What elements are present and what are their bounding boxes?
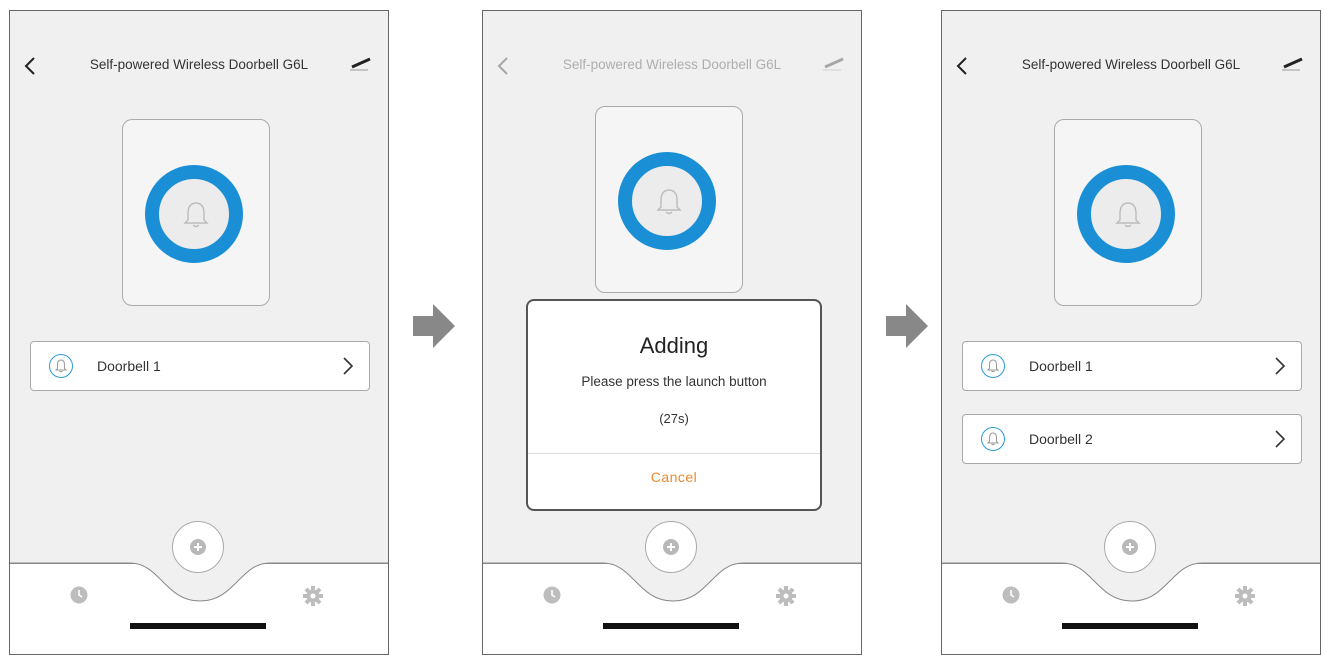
add-device-button[interactable] <box>1104 521 1156 573</box>
home-indicator <box>130 623 266 629</box>
bell-icon <box>981 427 1005 451</box>
device-item-doorbell-1[interactable]: Doorbell 1 <box>30 341 370 391</box>
adding-dialog: Adding Please press the launch button (2… <box>526 299 822 511</box>
header: Self-powered Wireless Doorbell G6L <box>10 53 388 79</box>
dialog-message: Please press the launch button <box>581 374 767 389</box>
doorbell-ring <box>1077 165 1175 263</box>
device-label: Doorbell 1 <box>97 358 161 374</box>
device-label: Doorbell 2 <box>1029 431 1093 447</box>
phone-screen-3: Self-powered Wireless Doorbell G6L Doorb… <box>941 10 1321 655</box>
chevron-right-icon <box>1275 430 1286 448</box>
arrow-right-icon <box>413 304 455 348</box>
phone-screen-1: Self-powered Wireless Doorbell G6L Doorb… <box>9 10 389 655</box>
arrow-right-icon <box>886 304 928 348</box>
bell-icon <box>981 354 1005 378</box>
device-item-doorbell-1[interactable]: Doorbell 1 <box>962 341 1302 391</box>
chevron-right-icon <box>1275 357 1286 375</box>
device-label: Doorbell 1 <box>1029 358 1093 374</box>
header: Self-powered Wireless Doorbell G6L <box>942 53 1320 79</box>
home-indicator <box>603 623 739 629</box>
page-title: Self-powered Wireless Doorbell G6L <box>562 57 782 72</box>
phone-screen-2: Self-powered Wireless Doorbell G6L Addin… <box>482 10 862 655</box>
pencil-icon[interactable] <box>1280 55 1306 73</box>
dialog-countdown: (27s) <box>659 411 689 426</box>
bell-icon <box>49 354 73 378</box>
page-title: Self-powered Wireless Doorbell G6L <box>89 57 309 72</box>
bell-icon <box>183 202 209 228</box>
cancel-button[interactable]: Cancel <box>528 469 820 485</box>
plus-icon <box>190 539 206 555</box>
bell-icon <box>1115 202 1141 228</box>
gear-icon[interactable] <box>775 585 797 607</box>
pencil-icon[interactable] <box>348 55 374 73</box>
dialog-title: Adding <box>639 333 709 358</box>
gear-icon[interactable] <box>1234 585 1256 607</box>
clock-icon[interactable] <box>543 586 561 604</box>
doorbell-ring <box>618 152 716 250</box>
clock-icon[interactable] <box>70 586 88 604</box>
add-device-button[interactable] <box>645 521 697 573</box>
doorbell-preview <box>595 106 743 293</box>
chevron-right-icon <box>343 357 354 375</box>
doorbell-ring <box>145 165 243 263</box>
doorbell-preview <box>1054 119 1202 306</box>
add-device-button[interactable] <box>172 521 224 573</box>
bell-icon <box>656 189 682 215</box>
pencil-icon[interactable] <box>821 55 847 73</box>
plus-icon <box>1122 539 1138 555</box>
page-title: Self-powered Wireless Doorbell G6L <box>1021 57 1241 72</box>
header: Self-powered Wireless Doorbell G6L <box>483 53 861 79</box>
plus-icon <box>663 539 679 555</box>
clock-icon[interactable] <box>1002 586 1020 604</box>
device-item-doorbell-2[interactable]: Doorbell 2 <box>962 414 1302 464</box>
gear-icon[interactable] <box>302 585 324 607</box>
home-indicator <box>1062 623 1198 629</box>
doorbell-preview <box>122 119 270 306</box>
dialog-divider <box>528 453 820 454</box>
